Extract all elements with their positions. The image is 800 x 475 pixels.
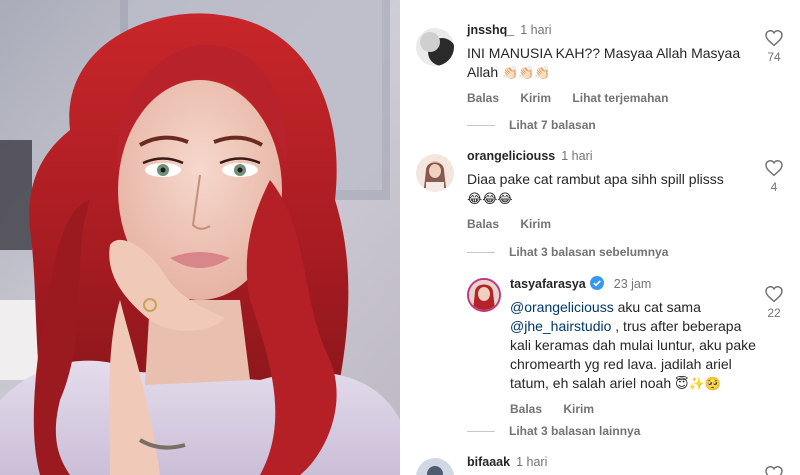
like-button[interactable] <box>760 466 788 475</box>
heart-outline-icon <box>765 466 783 475</box>
comment-body: orangeliciouss 1 hari Diaa pake cat rambu… <box>467 148 757 231</box>
comment-meta: orangeliciouss 1 hari <box>467 148 757 164</box>
send-button[interactable]: Kirim <box>520 91 551 105</box>
comment-username[interactable]: jnsshq_ <box>467 23 514 37</box>
comment-username[interactable]: orangeliciouss <box>467 149 555 163</box>
comment-text-body: aku cat sama <box>613 299 701 315</box>
like-count: 74 <box>767 50 781 64</box>
comment-text: Diaa pake cat rambut apa sihh spill plis… <box>467 170 757 209</box>
comment-body: jnsshq_ 1 hari INI MANUSIA KAH?? Masyaa A… <box>467 22 757 105</box>
view-replies-label: Lihat 3 balasan sebelumnya <box>509 245 669 259</box>
avatar[interactable] <box>416 154 454 192</box>
mention-link[interactable]: @jhe_hairstudio <box>510 318 611 334</box>
send-button[interactable]: Kirim <box>520 217 551 231</box>
view-replies-label: Lihat 3 balasan lainnya <box>509 424 641 438</box>
comment-username[interactable]: tasyafarasya <box>510 277 586 291</box>
comment-actions: Balas Kirim <box>467 217 757 231</box>
comment-emoji: 👏🏻👏🏻👏🏻 <box>502 66 551 81</box>
comment-emoji: 😂😂😂 <box>467 192 513 207</box>
like-button[interactable]: 22 <box>760 286 788 320</box>
comment-username[interactable]: bifaaak <box>467 455 510 469</box>
comment-actions: Balas Kirim <box>510 402 758 416</box>
like-button[interactable]: 4 <box>760 160 788 194</box>
comment-time: 1 hari <box>520 23 552 37</box>
comment-time: 23 jam <box>613 277 652 291</box>
comments-panel: jnsshq_ 1 hari INI MANUSIA KAH?? Masyaa A… <box>400 0 800 475</box>
reply-button[interactable]: Balas <box>467 217 499 231</box>
reply-button[interactable]: Balas <box>467 91 499 105</box>
view-replies-button[interactable]: Lihat 3 balasan lainnya <box>467 424 640 438</box>
comment-item: jnsshq_ 1 hari INI MANUSIA KAH?? Masyaa A… <box>416 22 788 112</box>
comment-item: orangeliciouss 1 hari Diaa pake cat rambu… <box>416 148 788 238</box>
divider-line <box>467 125 495 127</box>
mention-link[interactable]: @orangeliciouss <box>510 299 614 315</box>
heart-outline-icon <box>765 160 783 176</box>
comment-time: 1 hari <box>561 149 593 163</box>
view-replies-label: Lihat 7 balasan <box>509 118 596 132</box>
comment-body: bifaaak 1 hari <box>467 454 757 470</box>
reply-button[interactable]: Balas <box>510 402 542 416</box>
verified-badge-icon <box>589 276 604 290</box>
send-button[interactable]: Kirim <box>563 402 594 416</box>
comment-item: bifaaak 1 hari <box>416 454 788 475</box>
like-count: 4 <box>770 180 778 194</box>
comment-meta: bifaaak 1 hari <box>467 454 757 470</box>
comment-meta: jnsshq_ 1 hari <box>467 22 757 38</box>
comment-emoji: 😇✨🥺 <box>675 377 721 392</box>
like-button[interactable]: 74 <box>760 30 788 64</box>
comment-text: INI MANUSIA KAH?? Masyaa Allah Masyaa Al… <box>467 44 757 83</box>
view-replies-button[interactable]: Lihat 7 balasan <box>467 118 596 132</box>
comment-text-body: Diaa pake cat rambut apa sihh spill plis… <box>467 171 724 187</box>
see-translation-button[interactable]: Lihat terjemahan <box>572 91 668 105</box>
heart-outline-icon <box>765 286 783 302</box>
comment-text: @orangeliciouss aku cat sama @jhe_hairst… <box>510 298 758 394</box>
reply-item: tasyafarasya 23 jam @orangeliciouss aku c… <box>467 276 788 416</box>
comment-body: tasyafarasya 23 jam @orangeliciouss aku c… <box>510 276 758 416</box>
like-count: 22 <box>767 306 781 320</box>
divider-line <box>467 431 495 433</box>
avatar[interactable] <box>467 278 501 312</box>
comment-time: 1 hari <box>516 455 548 469</box>
comment-actions: Balas Kirim Lihat terjemahan <box>467 91 757 105</box>
comment-meta: tasyafarasya 23 jam <box>510 276 758 292</box>
view-replies-button[interactable]: Lihat 3 balasan sebelumnya <box>467 245 668 259</box>
heart-outline-icon <box>765 30 783 46</box>
avatar[interactable] <box>416 458 454 475</box>
post-photo <box>0 0 400 475</box>
avatar[interactable] <box>416 28 454 66</box>
divider-line <box>467 252 495 254</box>
